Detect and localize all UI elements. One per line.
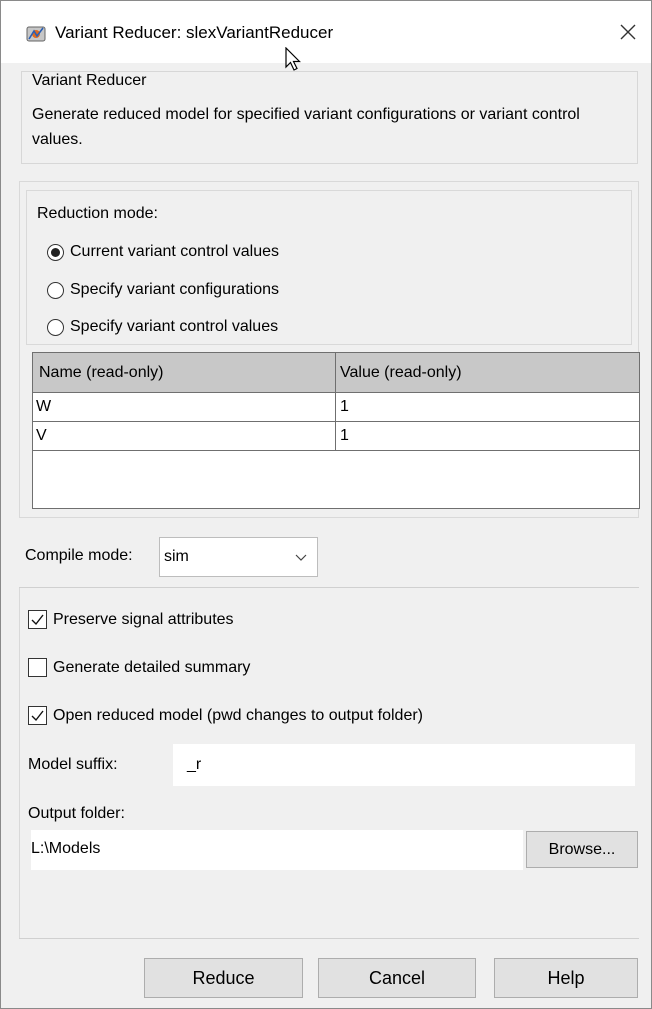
intro-group: Variant Reducer Generate reduced model f… [21,71,638,164]
help-button[interactable]: Help [494,958,638,998]
radio-specify-variant-configurations[interactable]: Specify variant configurations [47,281,279,299]
section-divider [19,938,639,939]
variant-values-table: Name (read-only) Value (read-only) W 1 V… [32,352,640,509]
radio-label: Specify variant configurations [70,281,279,298]
preserve-signal-attributes-option[interactable]: Preserve signal attributes [28,610,234,629]
cell-name: V [36,427,47,444]
section-divider [19,587,639,588]
compile-mode-label: Compile mode: [25,547,133,564]
table-header: Name (read-only) Value (read-only) [33,353,639,393]
cell-name: W [36,398,52,415]
reduction-mode-group: Reduction mode: Current variant control … [26,190,632,345]
window-title: Variant Reducer: slexVariantReducer [55,23,334,42]
model-suffix-input[interactable]: _r [173,744,635,786]
reduction-panel: Reduction mode: Current variant control … [19,181,640,518]
reduction-mode-label: Reduction mode: [37,205,158,222]
intro-title: Variant Reducer [32,72,147,89]
cell-value: 1 [340,398,349,415]
model-suffix-label: Model suffix: [28,756,118,773]
table-row[interactable]: W 1 [33,393,639,422]
generate-detailed-summary-checkbox[interactable] [28,658,47,677]
radio-button-checked[interactable] [47,243,64,261]
mouse-cursor-icon [285,47,301,71]
radio-button[interactable] [47,281,64,299]
output-folder-label: Output folder: [28,805,125,822]
radio-label: Current variant control values [70,243,279,260]
checkmark-icon [31,614,44,626]
preserve-signal-attributes-label: Preserve signal attributes [53,610,234,628]
open-reduced-model-label: Open reduced model (pwd changes to outpu… [53,706,424,724]
checkmark-icon [31,710,44,722]
close-icon[interactable] [613,17,643,47]
generate-detailed-summary-option[interactable]: Generate detailed summary [28,658,250,677]
matlab-simulink-icon [26,26,46,42]
reduce-button[interactable]: Reduce [144,958,303,998]
open-reduced-model-option[interactable]: Open reduced model (pwd changes to outpu… [28,706,423,725]
open-reduced-model-checkbox[interactable] [28,706,47,725]
compile-mode-value: sim [164,548,189,565]
output-folder-input[interactable]: L:\Models [31,830,523,870]
chevron-down-icon [295,554,307,561]
column-divider [335,353,336,451]
radio-label: Specify variant control values [70,318,279,335]
column-header-name: Name (read-only) [39,364,164,381]
title-bar: Variant Reducer: slexVariantReducer [1,1,651,63]
browse-button[interactable]: Browse... [526,831,638,868]
intro-description: Generate reduced model for specified var… [32,106,580,148]
output-folder-value: L:\Models [31,840,101,857]
column-header-value: Value (read-only) [340,364,462,381]
cell-value: 1 [340,427,349,444]
variant-reducer-dialog: Variant Reducer: slexVariantReducer Vari… [0,0,652,1009]
radio-specify-variant-control-values[interactable]: Specify variant control values [47,318,278,336]
options-panel-border [19,588,20,938]
model-suffix-value: _r [187,756,202,773]
generate-detailed-summary-label: Generate detailed summary [53,658,251,676]
table-row[interactable]: V 1 [33,422,639,451]
preserve-signal-attributes-checkbox[interactable] [28,610,47,629]
radio-current-variant-control-values[interactable]: Current variant control values [47,243,279,261]
cancel-button[interactable]: Cancel [318,958,476,998]
compile-mode-select[interactable]: sim [159,537,318,577]
radio-button[interactable] [47,318,64,336]
